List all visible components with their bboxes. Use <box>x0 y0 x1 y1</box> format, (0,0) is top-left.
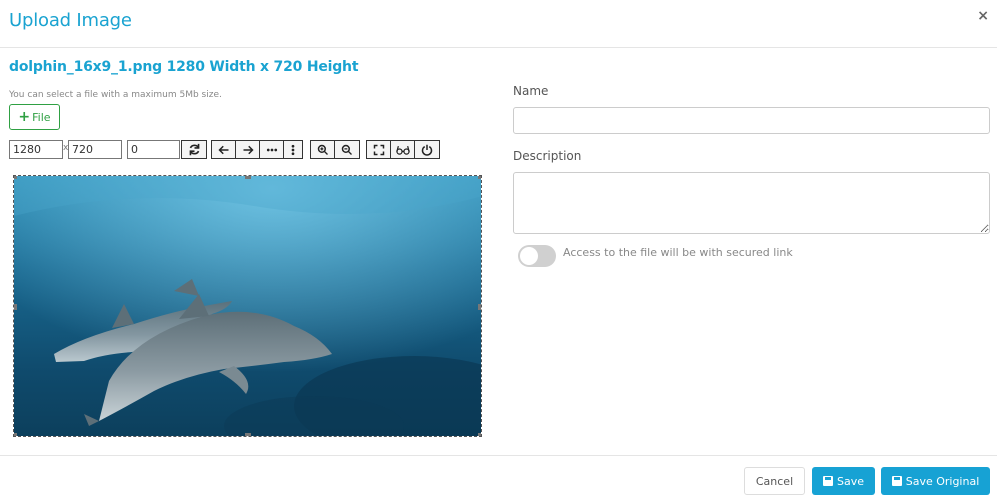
save-disk-icon <box>822 476 833 486</box>
preview-glasses-icon[interactable] <box>391 141 415 158</box>
height-input[interactable] <box>68 140 122 159</box>
crop-handle-s[interactable] <box>245 433 251 436</box>
reset-power-icon[interactable] <box>415 141 439 158</box>
description-input[interactable] <box>513 172 990 234</box>
dolphin-image <box>14 176 481 436</box>
crop-handle-n[interactable] <box>245 176 251 179</box>
crop-area[interactable] <box>13 175 482 437</box>
width-input[interactable] <box>9 140 63 159</box>
save-original-button-label: Save Original <box>905 474 980 488</box>
choose-file-button[interactable]: + File <box>9 104 60 130</box>
crop-handle-se[interactable] <box>478 433 481 436</box>
save-button[interactable]: Save <box>812 467 875 495</box>
choose-file-label: File <box>32 110 51 124</box>
crop-handle-ne[interactable] <box>478 176 481 179</box>
description-label: Description <box>513 149 582 163</box>
crop-handle-nw[interactable] <box>14 176 17 179</box>
close-icon[interactable]: × <box>977 8 989 24</box>
rotate-icon[interactable] <box>182 141 206 158</box>
name-input[interactable] <box>513 107 990 134</box>
view-group <box>366 140 440 159</box>
toggle-knob <box>520 247 538 265</box>
rotate-group <box>181 140 207 159</box>
crop-handle-sw[interactable] <box>14 433 17 436</box>
file-info-title: dolphin_16x9_1.png 1280 Width x 720 Heig… <box>9 59 359 75</box>
zoom-out-icon[interactable] <box>335 141 359 158</box>
footer-divider <box>0 455 997 456</box>
save-original-button[interactable]: Save Original <box>881 467 990 495</box>
crop-handle-e[interactable] <box>478 304 481 310</box>
secure-link-label: Access to the file will be with secured … <box>563 246 793 259</box>
dialog-title: Upload Image <box>9 10 132 31</box>
dialog-header: Upload Image × <box>0 0 997 48</box>
move-group <box>211 140 303 159</box>
crop-handle-w[interactable] <box>14 304 17 310</box>
rotation-input[interactable] <box>127 140 180 159</box>
zoom-in-icon[interactable] <box>311 141 335 158</box>
arrow-left-icon[interactable] <box>212 141 236 158</box>
name-label: Name <box>513 84 549 98</box>
arrow-right-icon[interactable] <box>236 141 260 158</box>
plus-icon: + <box>18 109 31 125</box>
secure-link-toggle[interactable] <box>518 245 556 267</box>
save-button-label: Save <box>836 474 864 488</box>
file-size-hint: You can select a file with a maximum 5Mb… <box>9 90 222 100</box>
flip-vertical-icon[interactable] <box>284 141 302 158</box>
zoom-group <box>310 140 360 159</box>
cancel-button[interactable]: Cancel <box>744 467 805 495</box>
save-original-disk-icon <box>891 476 902 486</box>
flip-horizontal-icon[interactable] <box>260 141 284 158</box>
fullscreen-icon[interactable] <box>367 141 391 158</box>
